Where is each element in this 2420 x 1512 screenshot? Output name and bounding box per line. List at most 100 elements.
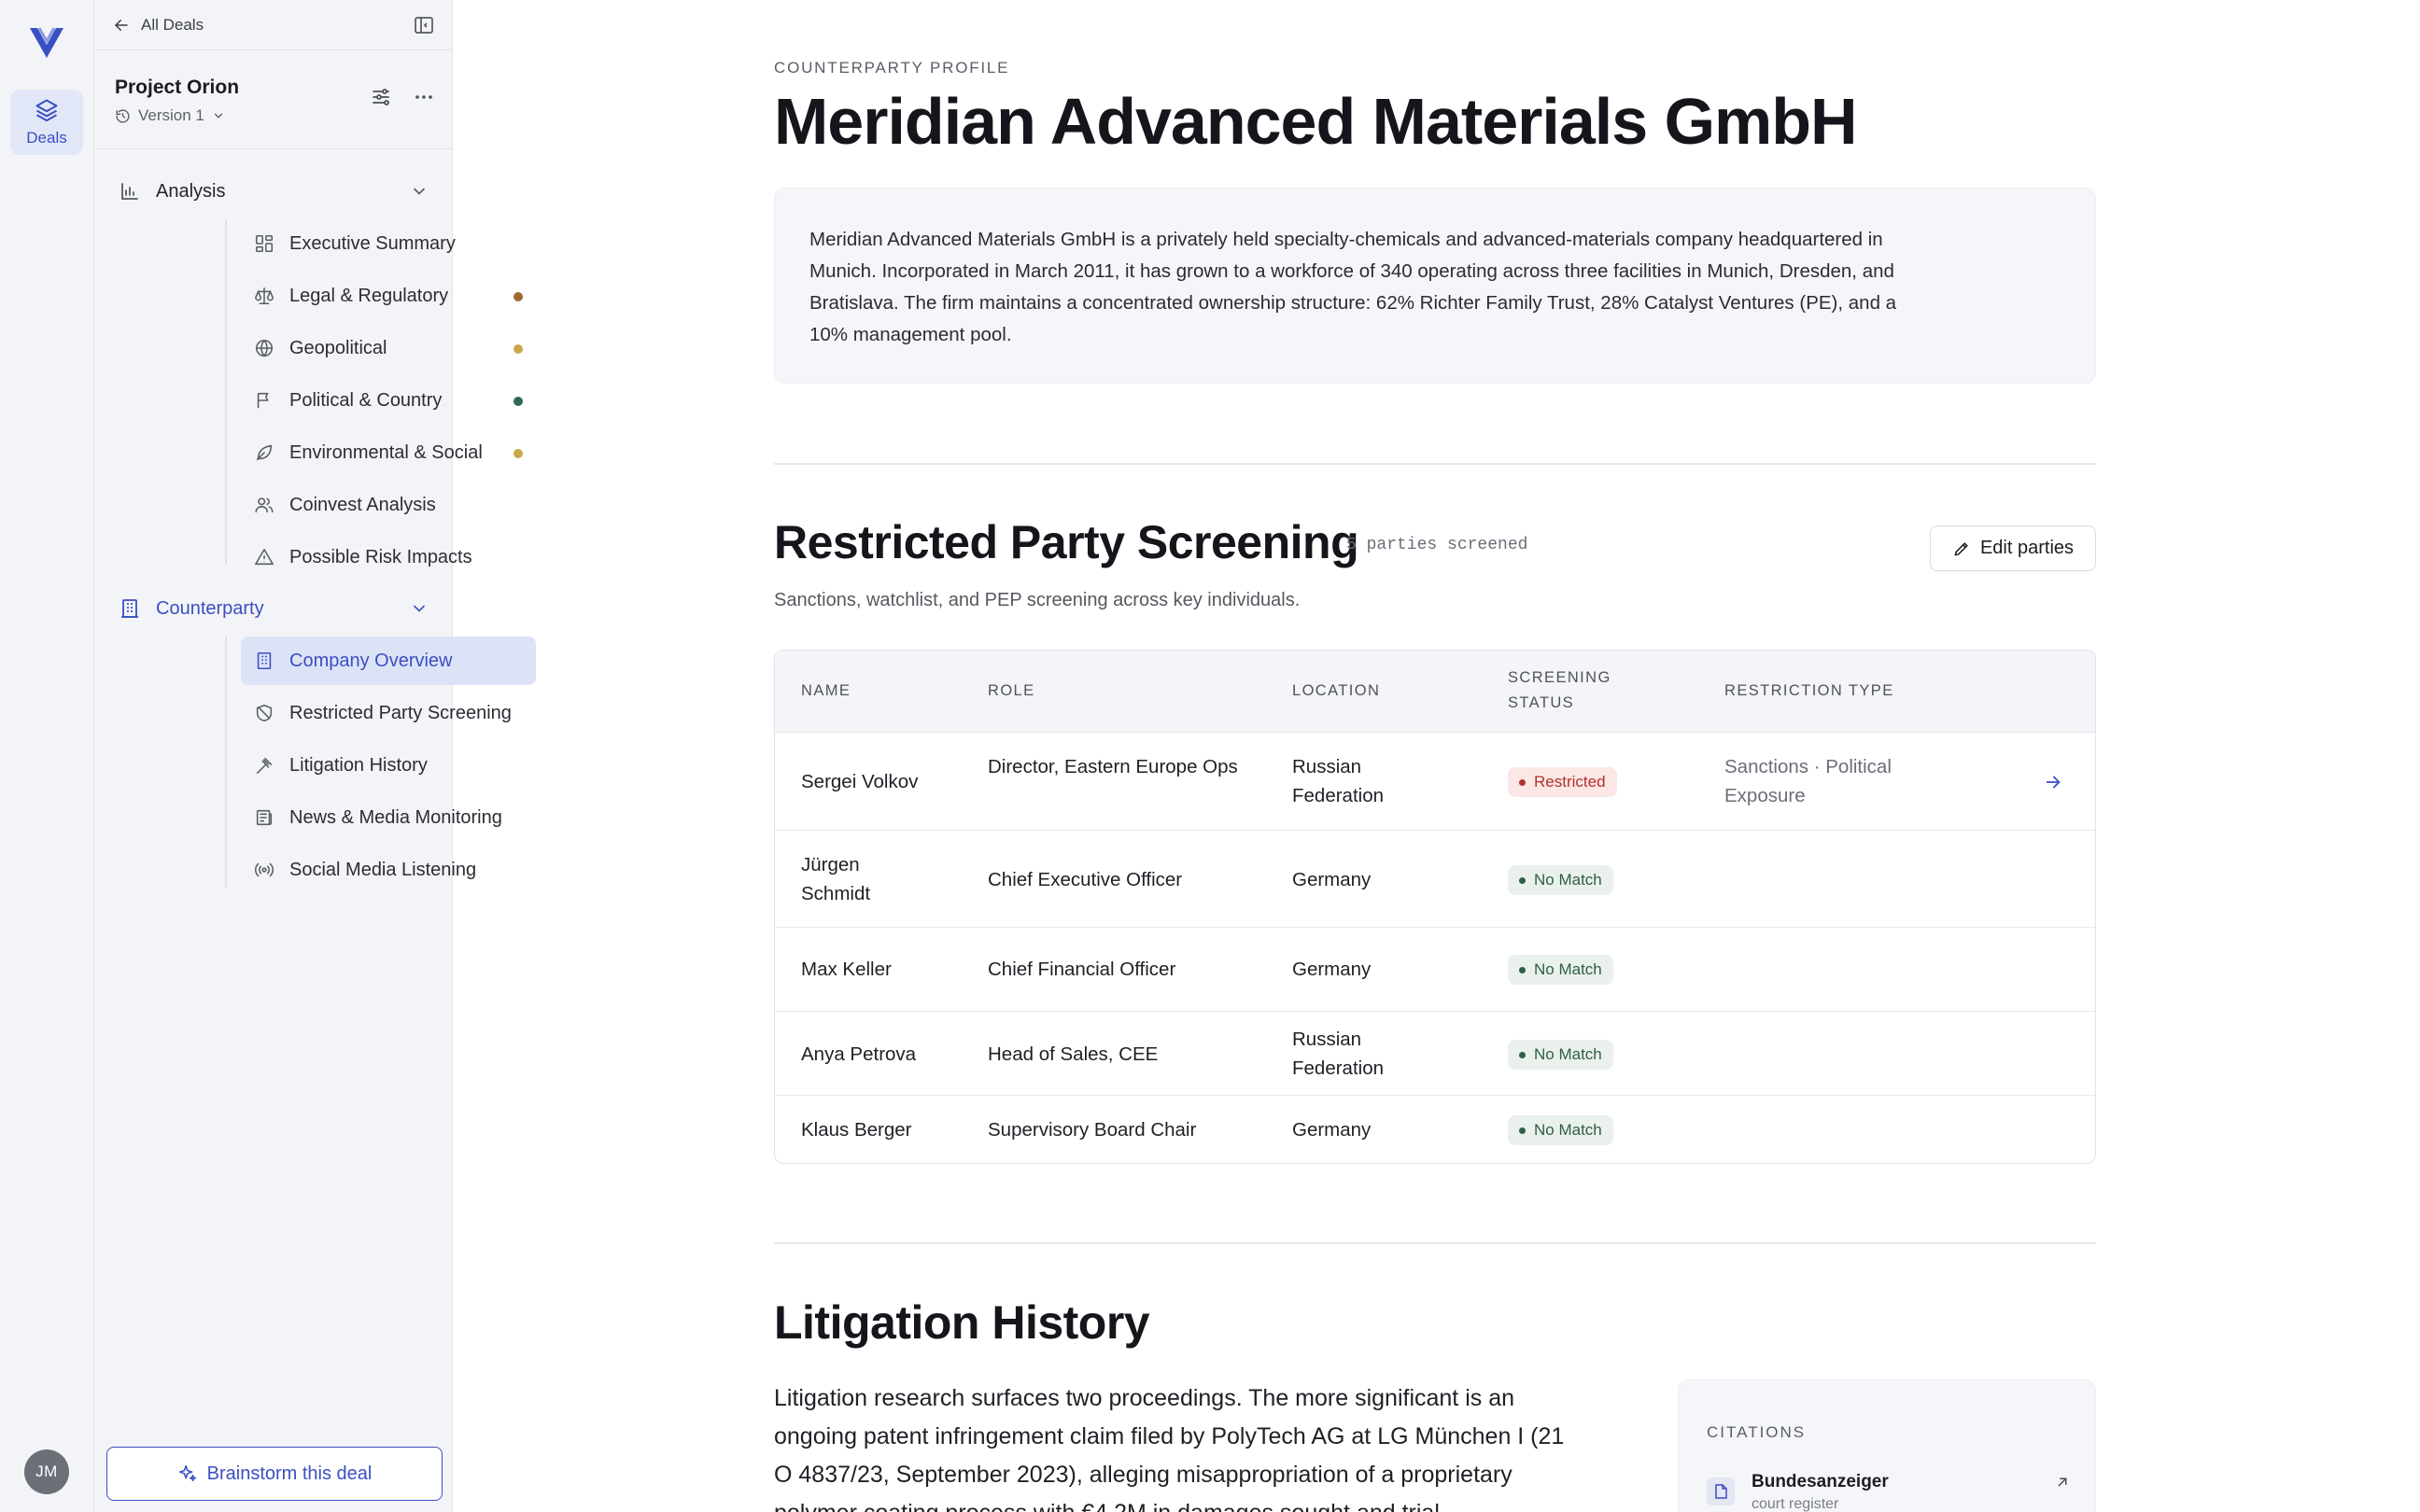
brainstorm-label: Brainstorm this deal: [206, 1463, 373, 1484]
citation-subtitle: court register: [1752, 1496, 1839, 1512]
party-role: Chief Financial Officer: [988, 959, 1176, 980]
litigation-summary: Litigation research surfaces two proceed…: [774, 1385, 1565, 1512]
sidebar-top-bar: All Deals: [94, 0, 452, 50]
app-logo-icon[interactable]: [26, 22, 67, 63]
table-row[interactable]: Jürgen Schmidt Chief Executive Officer G…: [775, 832, 2095, 928]
company-description-card: Meridian Advanced Materials GmbH is a pr…: [774, 188, 2096, 384]
back-label: All Deals: [141, 15, 204, 34]
version-label: Version 1: [138, 106, 204, 124]
table-row[interactable]: Anya Petrova Head of Sales, CEE Russian …: [775, 1013, 2095, 1096]
sidebar-item-label: Litigation History: [289, 754, 428, 776]
nav-tree-line: [225, 637, 227, 889]
table-header: NAME ROLE LOCATION SCREENING STATUS REST…: [775, 651, 2095, 733]
company-description: Meridian Advanced Materials GmbH is a pr…: [809, 229, 1897, 345]
chevron-down-icon: [212, 109, 225, 122]
litigation-heading: Litigation History: [774, 1296, 1150, 1349]
shield-off-icon: [254, 703, 274, 723]
arrow-left-icon: [113, 17, 130, 34]
sidebar-item-label: Possible Risk Impacts: [289, 546, 472, 567]
section-divider: [774, 463, 2096, 465]
party-location: Russian Federation: [1292, 1029, 1385, 1079]
screening-heading: Restricted Party Screening: [774, 516, 1359, 568]
pencil-icon: [1952, 539, 1971, 558]
arrow-right-icon[interactable]: [2043, 772, 2063, 792]
status-badge: No Match: [1508, 865, 1613, 895]
sidebar-item-label: Political & Country: [289, 389, 443, 411]
flag-icon: [254, 390, 274, 411]
party-role: Head of Sales, CEE: [988, 1043, 1159, 1065]
globe-icon: [254, 338, 274, 358]
screening-table: NAME ROLE LOCATION SCREENING STATUS REST…: [774, 650, 2096, 1164]
history-icon: [115, 108, 131, 124]
building-icon: [254, 651, 274, 671]
party-name: Sergei Volkov: [801, 771, 919, 792]
dashboard-icon: [254, 233, 274, 254]
screening-count: 5 parties screened: [1346, 536, 1528, 554]
restriction-type: Sanctions · Political Exposure: [1724, 756, 1892, 806]
page-title: Meridian Advanced Materials GmbH: [774, 85, 1858, 158]
column-header-restriction-type: RESTRICTION TYPE: [1724, 682, 1894, 699]
document-icon: [1707, 1477, 1735, 1505]
filter-sliders-icon[interactable]: [370, 86, 392, 108]
icon-rail: Deals JM: [0, 0, 94, 1512]
sidebar-item-label: Executive Summary: [289, 232, 456, 254]
chevron-down-icon: [410, 599, 429, 618]
brainstorm-button[interactable]: Brainstorm this deal: [106, 1447, 443, 1501]
citations-label: CITATIONS: [1707, 1423, 1807, 1441]
party-name: Max Keller: [801, 959, 892, 980]
party-role: Director, Eastern Europe Ops: [988, 756, 1238, 777]
section-divider: [774, 1242, 2096, 1244]
warning-icon: [254, 547, 274, 567]
screening-subtitle: Sanctions, watchlist, and PEP screening …: [774, 590, 1301, 610]
citation-title: Bundesanzeiger: [1752, 1472, 1889, 1491]
party-location: Germany: [1292, 869, 1372, 890]
rail-deals-label: Deals: [26, 129, 67, 147]
party-role: Chief Executive Officer: [988, 869, 1183, 890]
collapse-sidebar-icon[interactable]: [413, 14, 435, 36]
party-location: Russian Federation: [1292, 756, 1385, 806]
rail-deals-button[interactable]: Deals: [10, 90, 83, 155]
nav-tree-line: [225, 219, 227, 565]
status-badge: No Match: [1508, 1115, 1613, 1145]
citations-panel: CITATIONS Bundesanzeiger court register: [1678, 1379, 2096, 1512]
users-icon: [254, 495, 274, 515]
party-location: Germany: [1292, 959, 1372, 980]
project-header: Project Orion Version 1: [94, 50, 452, 149]
party-location: Germany: [1292, 1119, 1372, 1141]
gavel-icon: [254, 755, 274, 776]
bar-chart-icon: [119, 180, 141, 203]
sidebar: All Deals Project Orion Version 1 Analys…: [94, 0, 536, 1512]
status-badge: No Match: [1508, 955, 1613, 985]
table-row[interactable]: Klaus Berger Supervisory Board Chair Ger…: [775, 1097, 2095, 1163]
chevron-down-icon: [410, 182, 429, 201]
party-name: Klaus Berger: [801, 1119, 912, 1141]
party-role: Supervisory Board Chair: [988, 1119, 1197, 1141]
sidebar-item-label: Geopolitical: [289, 337, 387, 358]
column-header-name: NAME: [801, 682, 851, 699]
back-to-all-deals-link[interactable]: All Deals: [113, 16, 204, 35]
party-name: Anya Petrova: [801, 1043, 917, 1065]
nav-section-label: Counterparty: [156, 597, 264, 619]
page-eyebrow: COUNTERPARTY PROFILE: [774, 59, 1010, 77]
sidebar-item-label: Coinvest Analysis: [289, 494, 436, 515]
broadcast-icon: [254, 860, 274, 880]
main-content: COUNTERPARTY PROFILE Meridian Advanced M…: [454, 0, 2420, 1512]
column-header-role: ROLE: [988, 682, 1035, 699]
edit-parties-button[interactable]: Edit parties: [1930, 525, 2096, 571]
nav-section-label: Analysis: [156, 180, 226, 202]
newspaper-icon: [254, 807, 274, 828]
status-badge: Restricted: [1508, 767, 1617, 797]
external-link-icon[interactable]: [2054, 1474, 2071, 1491]
nav-section-analysis[interactable]: Analysis: [94, 167, 453, 216]
user-avatar[interactable]: JM: [24, 1449, 69, 1494]
version-selector[interactable]: Version 1: [115, 106, 452, 125]
sidebar-item-label: Company Overview: [289, 650, 453, 671]
edit-parties-label: Edit parties: [1979, 538, 2075, 558]
nav-section-counterparty[interactable]: Counterparty: [94, 584, 453, 633]
sidebar-item-label: Social Media Listening: [289, 859, 477, 880]
citation-item[interactable]: Bundesanzeiger court register: [1707, 1472, 2071, 1512]
more-options-icon[interactable]: [413, 86, 435, 108]
table-row[interactable]: Max Keller Chief Financial Officer Germa…: [775, 929, 2095, 1012]
status-badge: No Match: [1508, 1040, 1613, 1070]
table-row[interactable]: Sergei Volkov Director, Eastern Europe O…: [775, 734, 2095, 831]
